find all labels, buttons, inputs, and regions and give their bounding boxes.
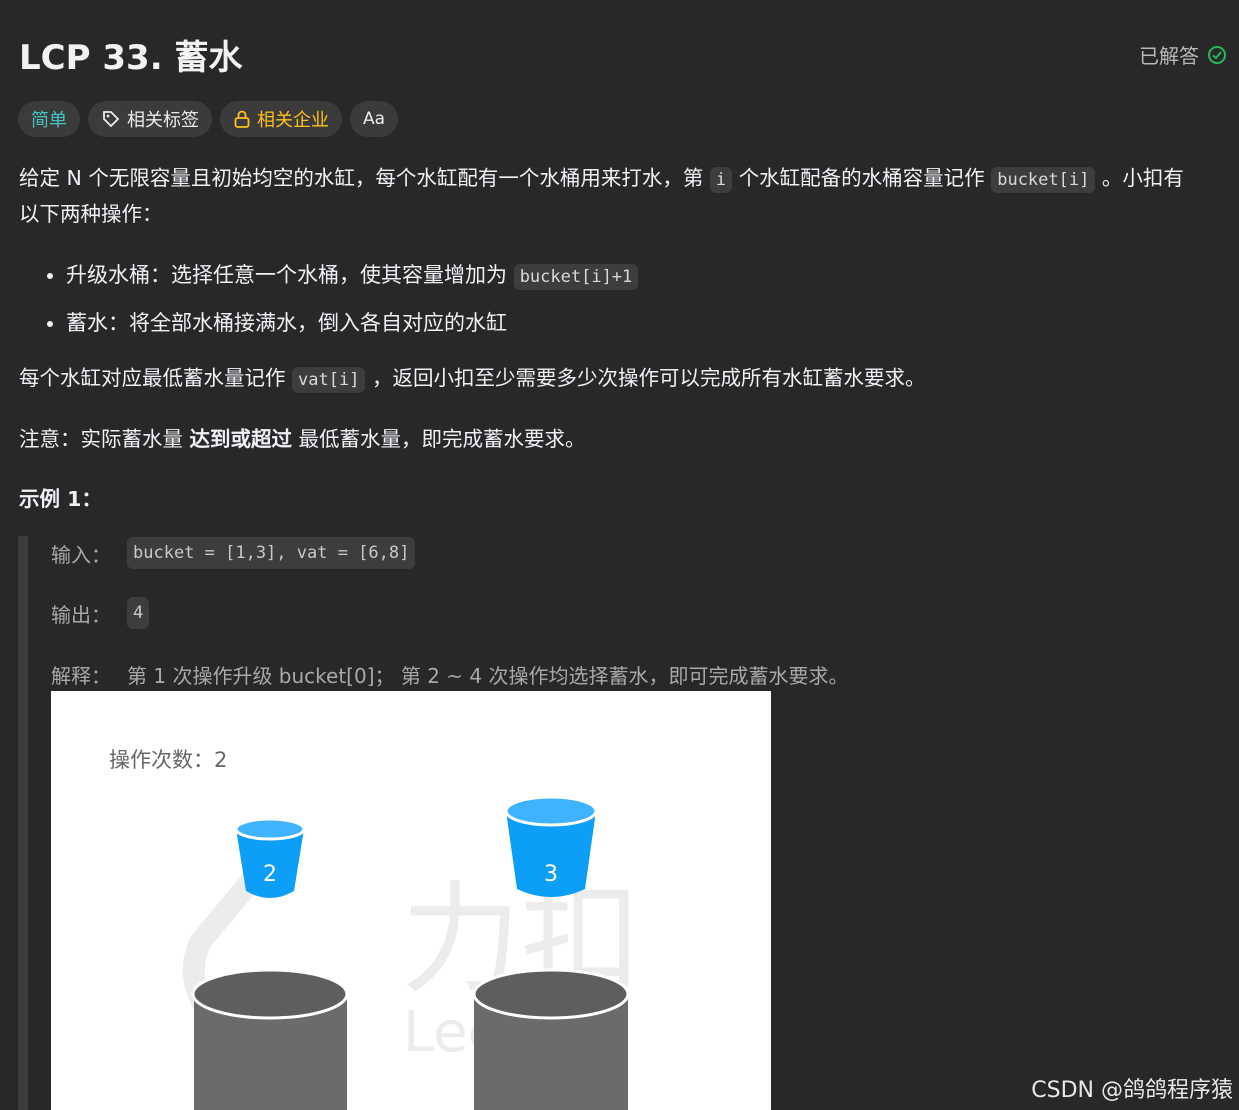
note-emphasis: 达到或超过: [189, 427, 293, 451]
explain-value: 第 1 次操作升级 bucket[0]； 第 2 ~ 4 次操作均选择蓄水，即可…: [127, 664, 849, 688]
input-value: bucket = [1,3], vat = [6,8]: [127, 537, 416, 569]
bucket-2-label: 3: [544, 862, 558, 887]
bucket-2: 3: [504, 795, 598, 897]
description-p2: 每个水缸对应最低蓄水量记作 vat[i] ，返回小扣至少需要多少次操作可以完成所…: [19, 360, 925, 398]
example-explanation: 解释： 第 1 次操作升级 bucket[0]； 第 2 ~ 4 次操作均选择蓄…: [51, 660, 849, 689]
bucket-1-label: 2: [263, 862, 277, 887]
page-watermark: CSDN @鸽鸽程序猿: [1031, 1078, 1233, 1103]
translate-icon: Aa: [363, 109, 386, 129]
ops-count-label: 操作次数：2: [109, 748, 227, 772]
code-i: i: [709, 167, 733, 193]
code-bucket: bucket[i]: [991, 167, 1096, 193]
vat-1: [191, 968, 349, 1110]
example-title: 示例 1：: [19, 487, 102, 511]
output-label: 输出：: [51, 602, 111, 627]
output-value: 4: [127, 597, 150, 629]
code-vat: vat[i]: [292, 367, 366, 393]
difficulty-badge[interactable]: 简单: [18, 101, 80, 137]
code-bucket-plus: bucket[i]+1: [513, 264, 639, 290]
operations-list: 升级水桶：选择任意一个水桶，使其容量增加为 bucket[i]+1 蓄水：将全部…: [40, 252, 639, 346]
tag-icon: [101, 109, 121, 129]
page-title: LCP 33. 蓄水: [19, 38, 243, 78]
description-p1: 给定 N 个无限容量且初始均空的水缸，每个水缸配有一个水桶用来打水，第 i 个水…: [19, 160, 1184, 198]
explain-label: 解释：: [51, 664, 111, 688]
list-item: 蓄水：将全部水桶接满水，倒入各自对应的水缸: [66, 300, 638, 346]
solved-status: 已解答: [1139, 40, 1227, 69]
check-circle-icon: [1207, 45, 1227, 65]
example-illustration: 力扣 Lee 操作次数：2 2 3: [51, 691, 771, 1110]
example-input: 输入： bucket = [1,3], vat = [6,8]: [51, 537, 416, 569]
bucket-1: 2: [234, 817, 306, 898]
example-block-bar: [18, 536, 28, 1110]
example-output: 输出： 4: [51, 597, 150, 629]
illustration-svg: 力扣 Lee 操作次数：2 2 3: [109, 748, 641, 1110]
tag-bar: 简单 相关标签 相关企业 Aa: [18, 101, 399, 137]
solved-label: 已解答: [1139, 44, 1199, 68]
translate-button[interactable]: Aa: [350, 101, 399, 137]
related-tags-button[interactable]: 相关标签: [88, 101, 212, 137]
list-item: 升级水桶：选择任意一个水桶，使其容量增加为 bucket[i]+1: [66, 252, 639, 300]
vat-2: [472, 968, 630, 1110]
note-paragraph: 注意：实际蓄水量 达到或超过 最低蓄水量，即完成蓄水要求。: [19, 427, 586, 451]
description-p1-line2: 以下两种操作：: [19, 202, 163, 226]
input-label: 输入：: [51, 542, 111, 567]
related-companies-button[interactable]: 相关企业: [220, 101, 342, 137]
lock-icon: [233, 109, 251, 129]
